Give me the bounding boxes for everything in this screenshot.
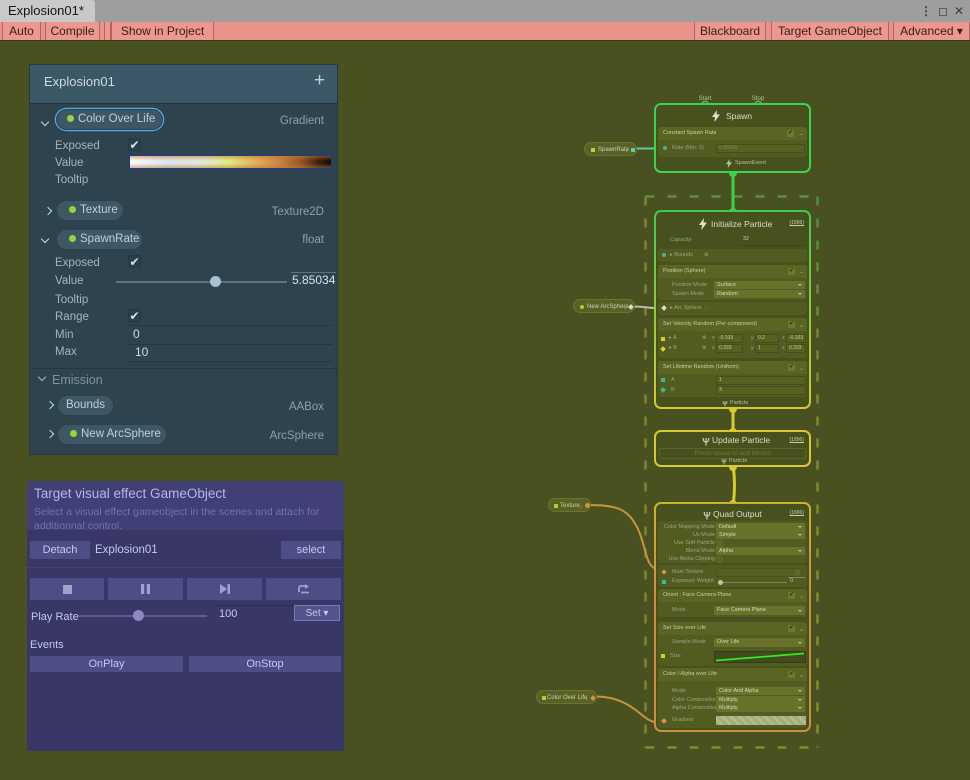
svg-text:Start: Start	[699, 96, 712, 102]
svg-text:Stop: Stop	[752, 96, 765, 102]
